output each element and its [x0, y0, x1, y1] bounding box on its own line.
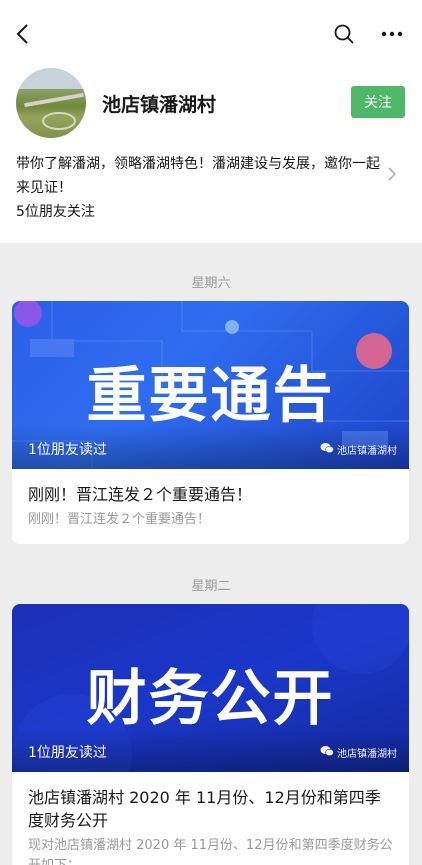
cover-text: 重要通告: [86, 361, 335, 431]
article-card[interactable]: 重要通告 1位朋友读过 池店镇潘湖村 刚刚！晋江连发２个重要通告！ 刚刚！晋江连…: [12, 301, 409, 544]
search-icon[interactable]: [330, 20, 358, 48]
more-dots-icon[interactable]: [378, 20, 406, 48]
avatar-field: [42, 112, 76, 130]
account-name: 池店镇潘湖村: [102, 94, 217, 116]
source-name: 池店镇潘湖村: [337, 749, 397, 760]
chevron-left-icon[interactable]: [8, 20, 36, 48]
article-summary: 刚刚！晋江连发２个重要通告！: [28, 512, 211, 527]
article-summary: 现对池店镇潘湖村 2020 年 11月份、12月份和第四季度财务公开如下：: [28, 838, 393, 865]
follow-button[interactable]: 关注: [351, 86, 405, 118]
cover-text: 财务公开: [86, 664, 335, 734]
day-label: 星期六: [191, 276, 231, 291]
day-label: 星期二: [191, 579, 231, 594]
avatar-road: [24, 92, 84, 108]
top-bar: [0, 0, 422, 68]
friends-read: 1位朋友读过: [28, 442, 107, 458]
article-title[interactable]: 刚刚！晋江连发２个重要通告！: [12, 469, 409, 506]
friends-following: 5位朋友关注: [16, 204, 95, 220]
article-title[interactable]: 池店镇潘湖村 2020 年 11月份、12月份和第四季度财务公开: [12, 772, 409, 832]
avatar[interactable]: [16, 68, 86, 138]
wechat-icon: [320, 442, 334, 457]
article-card[interactable]: 财务公开 1位朋友读过 池店镇潘湖村 池店镇潘湖村 2020 年 11月份、12…: [12, 604, 409, 865]
source-tag: 池店镇潘湖村: [320, 442, 397, 457]
account-description[interactable]: 带你了解潘湖，领略潘湖特色！潘湖建设与发展，邀你一起来见证！: [16, 152, 382, 200]
article-cover: 财务公开 1位朋友读过 池店镇潘湖村: [12, 604, 409, 772]
chevron-right-icon[interactable]: [386, 166, 398, 181]
wechat-icon: [320, 745, 334, 760]
account-profile: 池店镇潘湖村 关注 带你了解潘湖，领略潘湖特色！潘湖建设与发展，邀你一起来见证！…: [0, 68, 422, 243]
article-cover: 重要通告 1位朋友读过 池店镇潘湖村: [12, 301, 409, 469]
source-name: 池店镇潘湖村: [337, 446, 397, 457]
source-tag: 池店镇潘湖村: [320, 745, 397, 760]
friends-read: 1位朋友读过: [28, 745, 107, 761]
